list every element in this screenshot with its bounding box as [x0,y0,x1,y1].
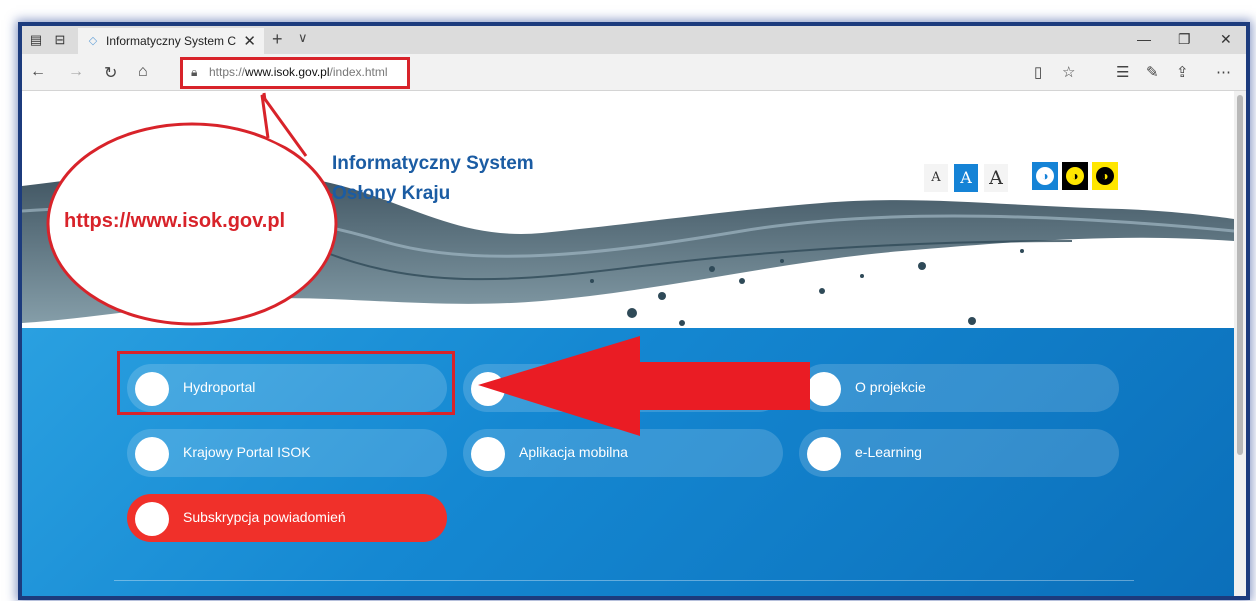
contrast-icon: ◑ [1066,167,1084,185]
home-icon[interactable]: ⌂ [138,63,148,81]
scrollbar[interactable] [1234,91,1246,596]
tile-icon [471,372,505,406]
font-size-medium-button[interactable]: A [954,164,978,192]
tab-title: Informatyczny System C [106,34,236,48]
lock-icon: 🔒︎ [191,65,198,79]
main-menu-area: Hydroportal O projekcie Krajowy Portal I… [22,328,1234,596]
site-title[interactable]: Informatyczny System Osłony Kraju [332,149,534,209]
tile-icon [807,372,841,406]
set-aside-tabs-icon[interactable]: ▤ [28,32,44,48]
minimize-icon[interactable]: — [1137,31,1151,47]
tile-icon [471,437,505,471]
contrast-icon: ◑ [1096,167,1114,185]
contrast-default-button[interactable]: ◑ [1032,162,1058,190]
tab-preview-icon[interactable]: ⊟ [52,32,68,48]
web-page: Informatyczny System Osłony Kraju A A A … [22,91,1234,596]
tile-label: O projekcie [855,379,926,395]
refresh-icon[interactable]: ↻ [104,63,117,83]
back-icon[interactable]: ← [30,63,46,81]
close-tab-icon[interactable]: ✕ [243,32,256,50]
tile-label: Subskrypcja powiadomień [183,509,346,525]
scrollbar-thumb[interactable] [1237,95,1243,455]
favorites-list-icon[interactable]: ☰ [1116,63,1129,81]
tile-label: Aplikacja mobilna [519,444,628,460]
tab-bar: ▤ ⊟ ◇ Informatyczny System C ✕ + ∨ — ❐ ✕ [22,26,1246,54]
contrast-black-button[interactable]: ◑ [1062,162,1088,190]
restore-icon[interactable]: ❐ [1178,31,1191,48]
tile-subskrypcja-powiadomien[interactable]: Subskrypcja powiadomień [127,494,447,542]
site-favicon-icon: ◇ [88,35,98,47]
share-icon[interactable]: ⇪ [1176,63,1189,81]
address-bar-row: ← → ↻ ⌂ 🔒︎ https://www.isok.gov.pl/index… [22,54,1246,91]
contrast-icon: ◑ [1036,167,1054,185]
site-title-line1: Informatyczny System [332,153,534,174]
reading-view-icon[interactable]: ▯ [1034,63,1042,81]
tile-hidden-behind-arrow[interactable] [463,364,783,412]
url-field[interactable]: 🔒︎ https://www.isok.gov.pl/index.html [180,57,410,89]
tab-active[interactable]: ◇ Informatyczny System C ✕ [78,28,264,54]
new-tab-icon[interactable]: + [272,29,283,50]
pen-icon[interactable]: ✎ [1146,63,1159,81]
tile-aplikacja-mobilna[interactable]: Aplikacja mobilna [463,429,783,477]
favorite-star-icon[interactable]: ☆ [1062,63,1075,81]
font-size-small-button[interactable]: A [924,164,948,192]
highlight-box [117,351,455,415]
forward-icon[interactable]: → [68,63,84,81]
site-title-line2: Osłony Kraju [332,183,451,204]
more-icon[interactable]: ⋯ [1216,63,1231,81]
close-window-icon[interactable]: ✕ [1220,31,1232,48]
callout-url-text: https://www.isok.gov.pl [64,210,286,232]
divider [114,580,1134,581]
chevron-down-icon[interactable]: ∨ [298,30,308,46]
url-text: https://www.isok.gov.pl/index.html [209,65,388,79]
tile-o-projekcie[interactable]: O projekcie [799,364,1119,412]
tile-label: e-Learning [855,444,922,460]
browser-window: ▤ ⊟ ◇ Informatyczny System C ✕ + ∨ — ❐ ✕… [22,26,1246,596]
tile-icon [135,437,169,471]
tile-e-learning[interactable]: e-Learning [799,429,1119,477]
font-size-large-button[interactable]: A [984,164,1008,192]
tile-icon [135,502,169,536]
contrast-yellow-button[interactable]: ◑ [1092,162,1118,190]
tile-icon [807,437,841,471]
screenshot-frame: ▤ ⊟ ◇ Informatyczny System C ✕ + ∨ — ❐ ✕… [0,0,1256,601]
tile-label: Krajowy Portal ISOK [183,444,311,460]
tile-krajowy-portal-isok[interactable]: Krajowy Portal ISOK [127,429,447,477]
